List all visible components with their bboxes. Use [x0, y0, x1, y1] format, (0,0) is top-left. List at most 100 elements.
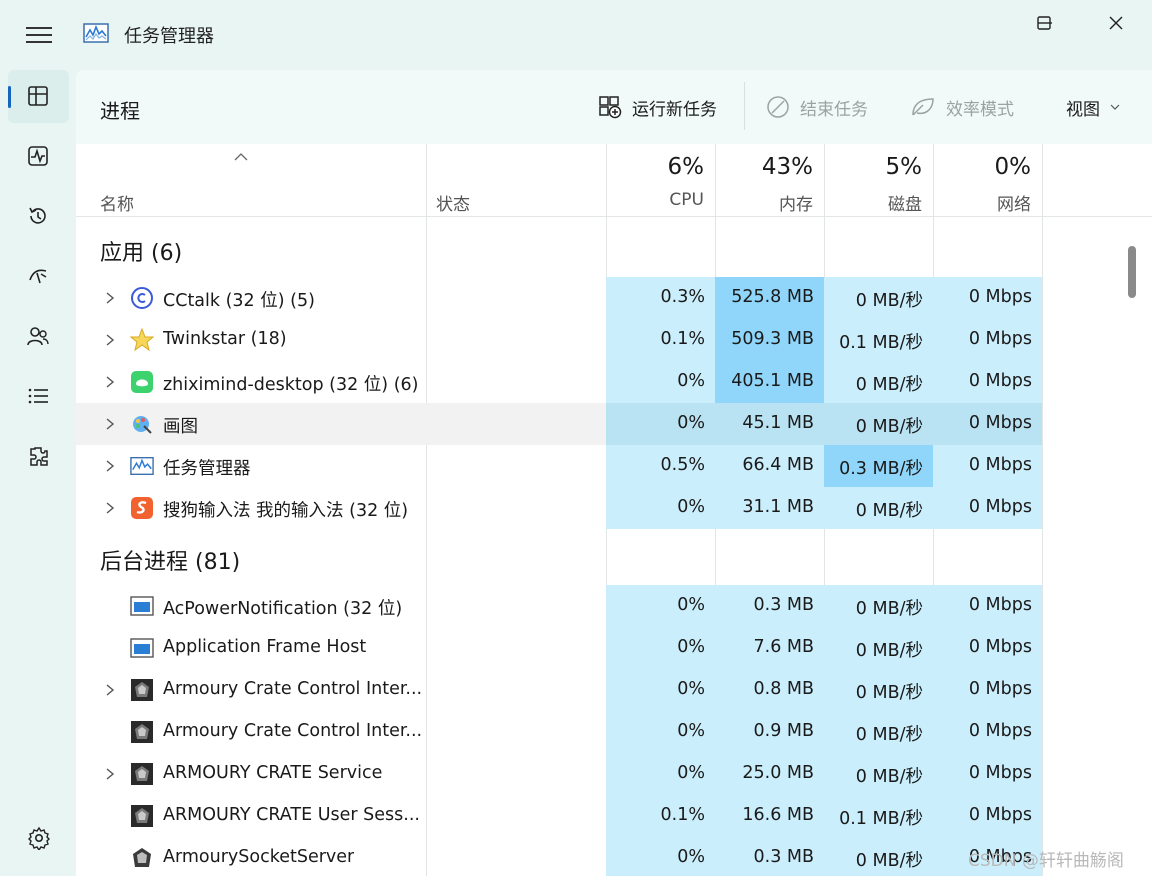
- process-net-value: 0 Mbps: [968, 371, 1032, 391]
- maximize-button[interactable]: [1016, 8, 1072, 38]
- process-disk-value: 0.1 MB/秒: [839, 333, 923, 353]
- column-status[interactable]: 状态: [436, 190, 470, 215]
- network-total: 0%: [994, 154, 1032, 180]
- zhiximind-icon: [130, 370, 154, 394]
- menu-icon[interactable]: [24, 22, 54, 48]
- process-name: ARMOURY CRATE User Sess...: [163, 805, 420, 825]
- task-manager-icon: [83, 23, 109, 43]
- nav-startup[interactable]: [8, 250, 69, 303]
- block-icon: [767, 96, 789, 118]
- memory-label: 内存: [779, 195, 813, 215]
- end-task-button[interactable]: 结束任务: [766, 92, 868, 122]
- chevron-right-icon[interactable]: [102, 500, 118, 516]
- disk-total: 5%: [885, 154, 923, 180]
- chevron-right-icon[interactable]: [102, 458, 118, 474]
- chevron-right-icon[interactable]: [102, 332, 118, 348]
- startup-icon: [29, 269, 47, 284]
- process-disk-value: 0 MB/秒: [855, 725, 923, 745]
- process-row[interactable]: Armoury Crate Control Inter... 0% 0.9 MB 0 …: [76, 711, 1042, 753]
- cpu-total: 6%: [667, 154, 705, 180]
- process-cpu-value: 0%: [677, 679, 705, 699]
- process-mem-value: 525.8 MB: [731, 287, 814, 307]
- process-cpu-value: 0%: [677, 497, 705, 517]
- efficiency-mode-label: 效率模式: [946, 99, 1014, 120]
- process-cpu-value: 0.1%: [660, 805, 705, 825]
- window-app-icon: [130, 594, 154, 618]
- process-net-value: 0 Mbps: [968, 455, 1032, 475]
- chevron-right-icon[interactable]: [102, 682, 118, 698]
- process-row[interactable]: CCtalk (32 位) (5) 0.3% 525.8 MB 0 MB/秒 0 Mbp…: [76, 277, 1042, 319]
- close-button[interactable]: [1088, 8, 1144, 38]
- column-name[interactable]: 名称: [100, 190, 134, 215]
- active-indicator: [8, 86, 11, 108]
- process-name: 搜狗输入法 我的输入法 (32 位): [163, 501, 409, 521]
- process-row[interactable]: 搜狗输入法 我的输入法 (32 位) 0% 31.1 MB 0 MB/秒 0 Mbps: [76, 487, 1042, 529]
- process-name: ArmourySocketServer: [163, 847, 355, 867]
- process-mem-value: 405.1 MB: [731, 371, 814, 391]
- process-cpu-value: 0.1%: [660, 329, 705, 349]
- process-net-value: 0 Mbps: [968, 637, 1032, 657]
- nav-users[interactable]: [8, 310, 69, 363]
- new-task-icon: [599, 96, 622, 119]
- process-row[interactable]: AcPowerNotification (32 位) 0% 0.3 MB 0 MB/秒…: [76, 585, 1042, 627]
- process-row[interactable]: zhiximind-desktop (32 位) (6) 0% 405.1 MB 0 …: [76, 361, 1042, 403]
- efficiency-mode-button[interactable]: 效率模式: [910, 92, 1014, 122]
- chevron-right-icon[interactable]: [102, 374, 118, 390]
- main-panel: 进程 运行新任务 结束任务 效率模式 视图 名称 状态 6% CPU 43% 内…: [76, 70, 1152, 876]
- process-row[interactable]: ARMOURY CRATE Service 0% 25.0 MB 0 MB/秒 0 Mb…: [76, 753, 1042, 795]
- process-row[interactable]: Armoury Crate Control Inter... 0% 0.8 MB 0 …: [76, 669, 1042, 711]
- watermark: CSDN @轩轩曲觞阁: [968, 851, 1124, 871]
- process-row[interactable]: ARMOURY CRATE User Sess... 0.1% 16.6 MB 0.1…: [76, 795, 1042, 837]
- page-title: 进程: [100, 99, 140, 123]
- armoury-icon: [130, 720, 154, 744]
- process-mem-value: 0.3 MB: [753, 847, 815, 867]
- paint-icon: [130, 412, 154, 436]
- nav-app-history[interactable]: [8, 190, 69, 243]
- process-mem-value: 16.6 MB: [742, 805, 814, 825]
- chevron-right-icon[interactable]: [102, 766, 118, 782]
- process-disk-value: 0.3 MB/秒: [839, 459, 923, 479]
- leaf-icon: [912, 98, 934, 116]
- chevron-right-icon[interactable]: [102, 416, 118, 432]
- nav-services[interactable]: [8, 430, 69, 483]
- process-row[interactable]: ArmourySocketServer 0% 0.3 MB 0 MB/秒 0 Mbps: [76, 837, 1042, 876]
- view-dropdown[interactable]: 视图: [1066, 92, 1120, 122]
- process-row[interactable]: 画图 0% 45.1 MB 0 MB/秒 0 Mbps: [76, 403, 1042, 445]
- history-icon: [29, 207, 46, 224]
- task-manager-icon: [130, 454, 154, 478]
- process-name: Armoury Crate Control Inter...: [163, 721, 421, 741]
- processes-icon: [28, 86, 48, 106]
- process-cpu-value: 0%: [677, 721, 705, 741]
- process-row[interactable]: Application Frame Host 0% 7.6 MB 0 MB/秒 0 Mb…: [76, 627, 1042, 669]
- chevron-right-icon[interactable]: [102, 290, 118, 306]
- process-net-value: 0 Mbps: [968, 763, 1032, 783]
- process-row[interactable]: 任务管理器 0.5% 66.4 MB 0.3 MB/秒 0 Mbps: [76, 445, 1042, 487]
- process-cpu-value: 0%: [677, 371, 705, 391]
- nav-details[interactable]: [8, 370, 69, 423]
- sort-ascending-icon[interactable]: [234, 152, 248, 162]
- sidebar: [0, 70, 76, 876]
- armoury-socket-icon: [130, 846, 154, 870]
- process-disk-value: 0 MB/秒: [855, 683, 923, 703]
- cpu-label: CPU: [669, 190, 704, 210]
- details-icon: [28, 388, 48, 404]
- gear-icon[interactable]: [27, 826, 51, 850]
- nav-performance[interactable]: [8, 130, 69, 183]
- process-disk-value: 0 MB/秒: [855, 641, 923, 661]
- process-row[interactable]: Twinkstar (18) 0.1% 509.3 MB 0.1 MB/秒 0 Mbps: [76, 319, 1042, 361]
- performance-icon: [28, 146, 48, 166]
- process-name: CCtalk (32 位) (5): [163, 291, 315, 311]
- process-disk-value: 0 MB/秒: [855, 599, 923, 619]
- process-name: Twinkstar (18): [163, 329, 287, 349]
- process-disk-value: 0 MB/秒: [855, 417, 923, 437]
- process-net-value: 0 Mbps: [968, 287, 1032, 307]
- nav-processes[interactable]: [8, 70, 69, 123]
- process-mem-value: 25.0 MB: [742, 763, 814, 783]
- process-mem-value: 66.4 MB: [742, 455, 814, 475]
- scrollbar-thumb[interactable]: [1128, 246, 1136, 298]
- process-net-value: 0 Mbps: [968, 329, 1032, 349]
- run-new-task-button[interactable]: 运行新任务: [598, 92, 717, 122]
- process-disk-value: 0 MB/秒: [855, 375, 923, 395]
- process-mem-value: 7.6 MB: [753, 637, 815, 657]
- process-name: ARMOURY CRATE Service: [163, 763, 383, 783]
